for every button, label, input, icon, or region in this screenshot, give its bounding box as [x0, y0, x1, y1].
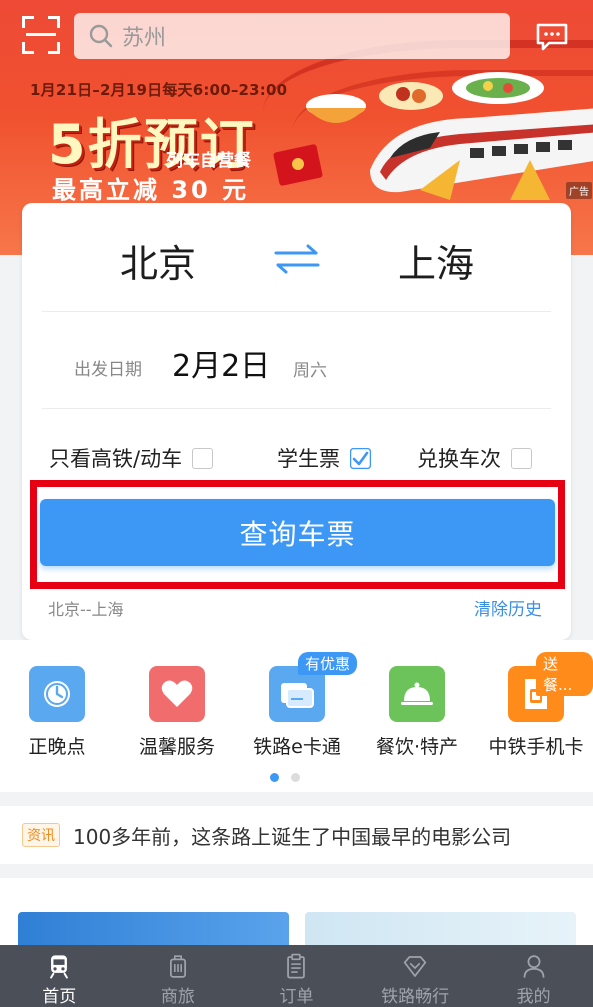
option-high-speed-only[interactable]: 只看高铁/动车 — [49, 443, 214, 473]
promo-badge: 送餐... — [536, 652, 593, 696]
scan-button[interactable] — [22, 16, 60, 54]
tab-railway-pass[interactable]: 铁路畅行 — [356, 945, 475, 1007]
search-placeholder: 苏州 — [122, 26, 167, 51]
train-icon — [50, 955, 69, 979]
quick-entries: 正晚点 温馨服务 铁路e卡通 有优惠 餐饮·特产 中铁手机卡 送餐... — [0, 640, 593, 792]
checkbox-checked-icon[interactable] — [350, 447, 371, 469]
food-cloche-icon — [389, 666, 445, 722]
option-label: 学生票 — [277, 447, 340, 471]
checkbox[interactable] — [511, 447, 532, 469]
promo-discount: 最高立减 30 元 — [52, 176, 250, 204]
tab-mine[interactable]: 我的 — [474, 945, 593, 1007]
arrival-city[interactable]: 上海 — [398, 233, 474, 288]
tab-label: 订单 — [279, 987, 314, 1007]
entry-label: 餐饮·特产 — [375, 736, 459, 758]
option-label: 只看高铁/动车 — [49, 447, 183, 471]
option-exchange-train[interactable]: 兑换车次 — [417, 443, 532, 473]
search-icon — [89, 24, 113, 48]
promo-subtitle: 列车自营餐 — [166, 151, 251, 171]
train-illustration — [370, 108, 593, 200]
entry-label: 中铁手机卡 — [488, 736, 584, 758]
feature-tiles — [0, 878, 593, 952]
entry-label: 铁路e卡通 — [253, 736, 341, 758]
swap-cities-icon[interactable] — [272, 243, 322, 275]
clear-history-button[interactable]: 清除历史 — [474, 595, 542, 620]
query-tickets-button[interactable]: 查询车票 — [40, 499, 555, 566]
page-dot-active — [270, 773, 279, 782]
clipboard-icon — [287, 953, 306, 979]
tab-label: 首页 — [42, 987, 77, 1007]
tab-business-travel[interactable]: 商旅 — [119, 945, 238, 1007]
entry-on-time[interactable]: 正晚点 — [0, 666, 117, 759]
scan-icon-corner — [48, 16, 60, 28]
red-envelope-illustration — [273, 144, 323, 186]
checkbox[interactable] — [192, 447, 214, 469]
tab-label: 我的 — [516, 987, 551, 1007]
news-headline[interactable]: 100多年前，这条路上诞生了中国最早的电影公司 — [73, 821, 511, 850]
tab-label: 商旅 — [160, 987, 195, 1007]
tab-orders[interactable]: 订单 — [237, 945, 356, 1007]
departure-date[interactable]: 2月2日 — [172, 341, 270, 385]
divider — [42, 408, 551, 409]
diamond-icon — [403, 956, 427, 977]
user-icon — [523, 955, 545, 978]
bottom-tab-bar: 首页 商旅 订单 铁路畅行 我的 — [0, 945, 593, 1007]
scan-icon — [22, 16, 34, 28]
weekday-label: 周六 — [293, 361, 327, 381]
heart-icon — [149, 666, 205, 722]
date-label: 出发日期 — [74, 360, 142, 380]
departure-city[interactable]: 北京 — [120, 233, 196, 288]
promo-date-range: 1月21日–2月19日每天6:00–23:00 — [30, 81, 288, 99]
luggage-icon — [169, 955, 186, 978]
entry-e-card[interactable]: 铁路e卡通 — [237, 666, 357, 759]
entry-label: 正晚点 — [28, 736, 86, 758]
discount-badge: 有优惠 — [298, 652, 358, 675]
option-student-ticket[interactable]: 学生票 — [277, 443, 371, 473]
tab-label: 铁路畅行 — [381, 987, 450, 1007]
scan-icon-line — [26, 33, 56, 36]
entry-food-specialty[interactable]: 餐饮·特产 — [357, 666, 477, 759]
news-ticker[interactable]: 资讯 100多年前，这条路上诞生了中国最早的电影公司 — [0, 806, 593, 864]
scan-icon-corner — [48, 42, 60, 54]
clock-icon — [29, 666, 85, 722]
entry-label: 温馨服务 — [138, 736, 215, 758]
page-indicator — [270, 773, 300, 782]
scan-icon-corner — [22, 42, 34, 54]
search-history-item[interactable]: 北京--上海 — [48, 596, 124, 620]
search-input[interactable]: 苏州 — [74, 13, 510, 59]
message-icon[interactable] — [535, 22, 569, 52]
page-dot — [291, 773, 300, 782]
tab-home[interactable]: 首页 — [0, 945, 119, 1007]
option-label: 兑换车次 — [417, 447, 501, 471]
news-tag: 资讯 — [22, 823, 60, 847]
divider — [42, 311, 551, 312]
entry-care-service[interactable]: 温馨服务 — [117, 666, 237, 759]
